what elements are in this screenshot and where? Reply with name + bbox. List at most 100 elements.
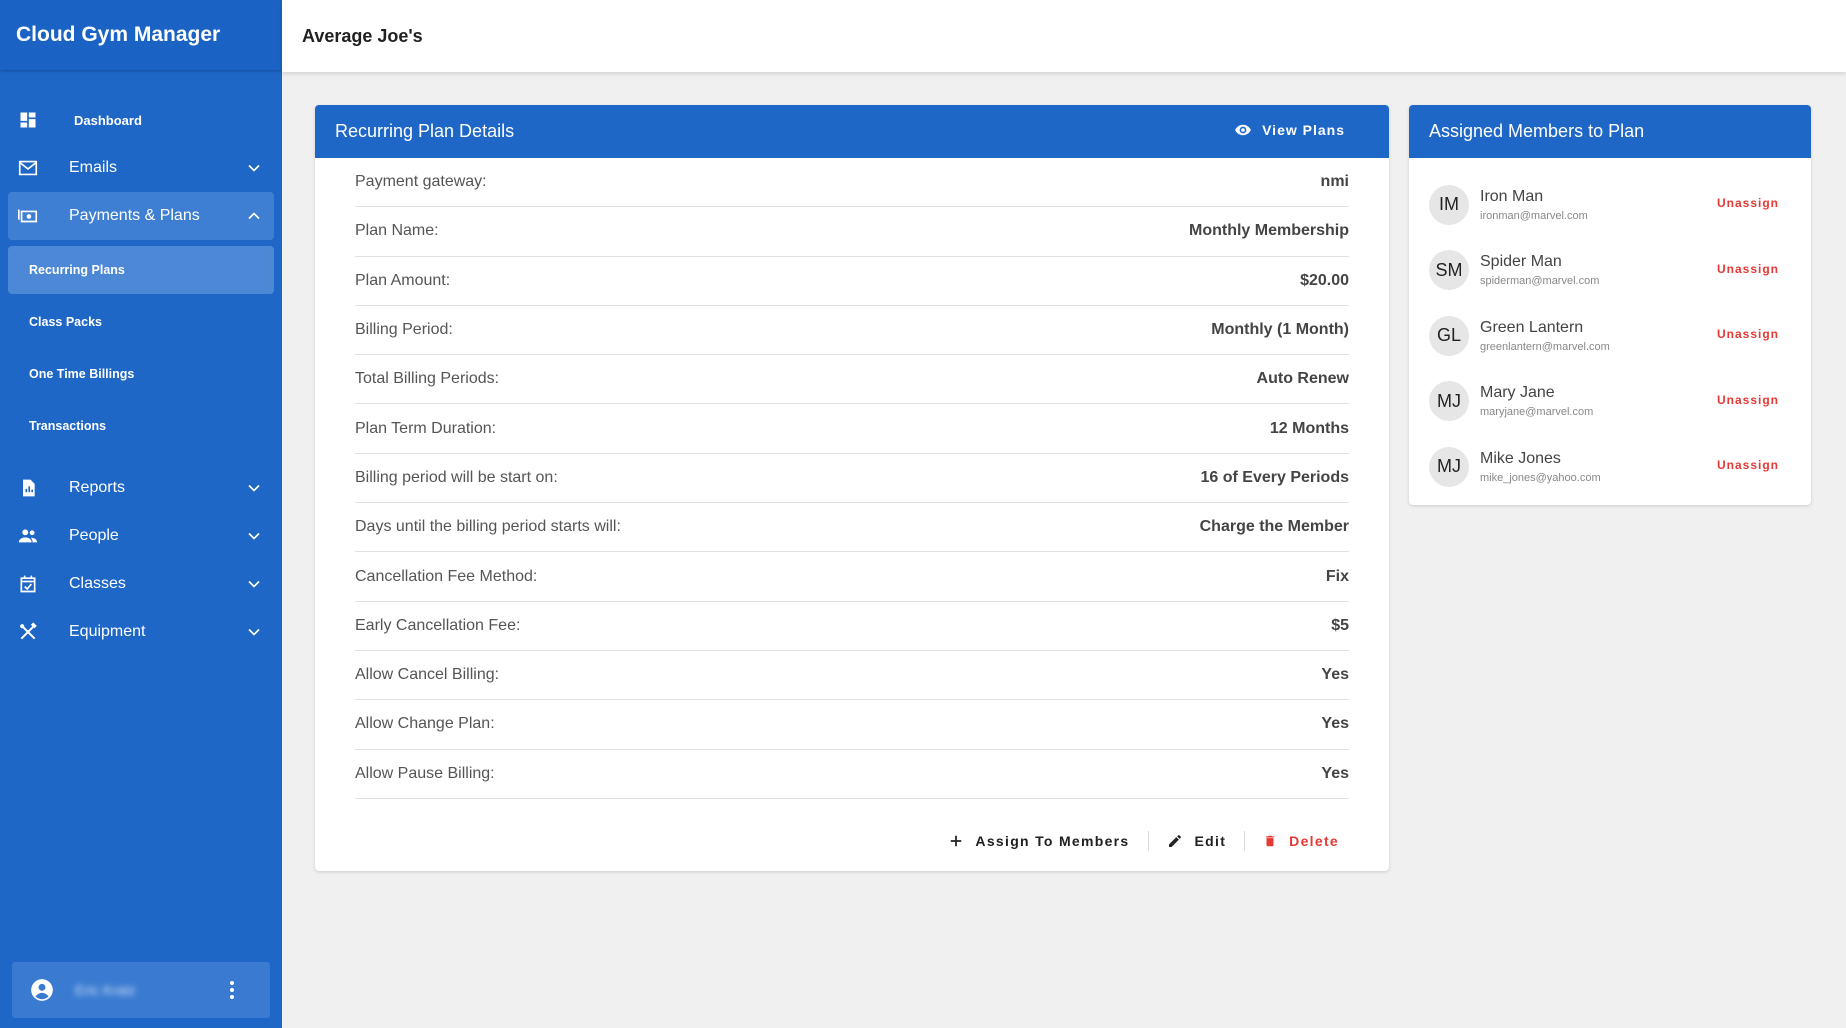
sidebar-item-label: Emails [69,159,118,176]
chevron-down-icon [248,532,260,540]
eye-icon [1235,124,1251,136]
detail-row-allow-change-plan: Allow Change Plan: Yes [355,700,1349,750]
detail-row-billing-period: Billing Period: Monthly (1 Month) [355,306,1349,356]
card-title: Recurring Plan Details [335,121,515,141]
detail-label: Plan Name: [355,222,439,240]
sidebar-subitem-one-time-billings[interactable]: One Time Billings [8,350,274,398]
detail-value: 12 Months [1269,419,1349,437]
detail-label: Allow Cancel Billing: [355,666,500,684]
more-vert-icon[interactable] [220,978,244,1002]
member-name: Spider Man [1480,253,1562,271]
chevron-down-icon [248,628,260,636]
sidebar-nav: Dashboard Emails Payments & Plans Recurr… [0,70,282,656]
detail-value: nmi [1320,173,1349,191]
avatar: IM [1429,184,1469,225]
sidebar-item-reports[interactable]: Reports [8,464,274,512]
plan-details-header: Recurring Plan Details View Plans [315,105,1389,158]
chevron-down-icon [248,580,260,588]
member-name: Green Lantern [1480,318,1584,336]
member-row: IM Iron Man ironman@marvel.com Unassign [1429,172,1791,238]
detail-label: Plan Amount: [355,271,451,289]
top-bar: Average Joe's [282,0,1846,72]
payments-icon [16,204,40,228]
chevron-up-icon [248,212,260,220]
detail-row-allow-pause-billing: Allow Pause Billing: Yes [355,750,1349,799]
avatar: MJ [1429,446,1469,487]
detail-row-total-billing-periods: Total Billing Periods: Auto Renew [355,355,1349,405]
user-name: Eric Kratz [75,982,136,998]
sidebar-item-label: Classes [69,575,126,592]
detail-label: Plan Term Duration: [355,419,497,437]
report-icon [16,476,40,500]
plan-actions: Assign To Members Edit Delete [945,831,1343,851]
detail-label: Early Cancellation Fee: [355,616,521,634]
detail-row-payment-gateway: Payment gateway: nmi [355,158,1349,208]
sidebar-item-label: Dashboard [74,112,142,128]
detail-value: Yes [1321,764,1349,782]
card-title: Assigned Members to Plan [1429,121,1645,141]
unassign-button[interactable]: Unassign [1717,262,1779,276]
account-circle-icon [31,979,53,1001]
member-row: SM Spider Man spiderman@marvel.com Unassi… [1429,238,1791,304]
detail-value: Charge the Member [1199,518,1349,536]
user-profile[interactable]: Eric Kratz [12,962,270,1018]
sidebar-subitem-class-packs[interactable]: Class Packs [8,298,274,346]
edit-label: Edit [1194,833,1227,849]
people-icon [16,524,40,548]
detail-row-plan-term-duration: Plan Term Duration: 12 Months [355,404,1349,454]
unassign-button[interactable]: Unassign [1717,327,1779,341]
member-name: Iron Man [1480,187,1544,205]
sidebar-subitem-transactions[interactable]: Transactions [8,402,274,450]
sidebar-item-people[interactable]: People [8,512,274,560]
assigned-members-header: Assigned Members to Plan [1409,105,1811,158]
detail-value: Yes [1321,666,1349,684]
delete-button[interactable]: Delete [1259,833,1343,849]
sidebar-item-equipment[interactable]: Equipment [8,608,274,656]
delete-label: Delete [1289,833,1339,849]
view-plans-button[interactable]: View Plans [1234,121,1345,139]
member-email: mike_jones@yahoo.com [1480,471,1601,484]
chevron-down-icon [248,164,260,172]
sidebar: Cloud Gym Manager Dashboard Emails Payme… [0,0,282,1028]
member-row: MJ Mike Jones mike_jones@yahoo.com Unassi… [1429,434,1791,500]
detail-value: Monthly (1 Month) [1211,321,1349,339]
chevron-down-icon [248,484,260,492]
detail-value: Monthly Membership [1188,222,1349,240]
assign-to-members-button[interactable]: Assign To Members [945,833,1133,849]
detail-label: Days until the billing period starts wil… [355,518,621,536]
sidebar-item-emails[interactable]: Emails [8,144,274,192]
sidebar-item-label: Payments & Plans [69,207,200,224]
unassign-button[interactable]: Unassign [1717,196,1779,210]
sidebar-item-dashboard[interactable]: Dashboard [8,96,274,144]
detail-value: 16 of Every Periods [1200,468,1349,486]
detail-value: $20.00 [1300,271,1349,289]
avatar: GL [1429,315,1469,356]
unassign-button[interactable]: Unassign [1717,458,1779,472]
detail-row-plan-name: Plan Name: Monthly Membership [355,207,1349,257]
unassign-button[interactable]: Unassign [1717,393,1779,407]
sidebar-item-label: Reports [69,479,126,496]
detail-label: Total Billing Periods: [355,370,500,388]
avatar: SM [1429,250,1469,291]
calendar-icon [16,572,40,596]
plan-details-list: Payment gateway: nmi Plan Name: Monthly Me… [315,158,1389,799]
detail-row-days-until-billing: Days until the billing period starts wil… [355,503,1349,553]
tools-icon [16,620,40,644]
dashboard-icon [16,108,40,132]
member-name: Mary Jane [1480,384,1555,402]
plus-icon [951,835,962,847]
detail-label: Cancellation Fee Method: [355,567,538,585]
member-name: Mike Jones [1480,449,1561,467]
sidebar-item-label: Equipment [69,623,146,640]
edit-button[interactable]: Edit [1163,833,1231,849]
page-title: Average Joe's [302,25,423,46]
detail-row-allow-cancel-billing: Allow Cancel Billing: Yes [355,651,1349,701]
sidebar-item-classes[interactable]: Classes [8,560,274,608]
member-email: greenlantern@marvel.com [1480,340,1610,353]
detail-label: Allow Pause Billing: [355,764,495,782]
sidebar-subitem-recurring-plans[interactable]: Recurring Plans [8,246,274,294]
member-email: maryjane@marvel.com [1480,406,1594,419]
app-title: Cloud Gym Manager [0,0,282,70]
sidebar-item-payments-plans[interactable]: Payments & Plans [8,192,274,240]
assigned-members-card: Assigned Members to Plan IM Iron Man iron… [1409,105,1811,505]
